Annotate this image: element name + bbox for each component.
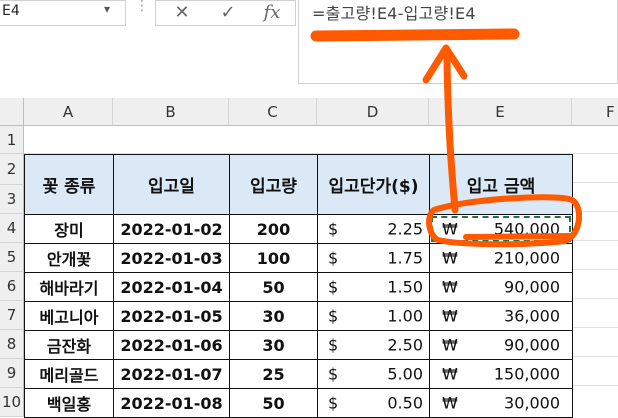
formula-underline-mark (310, 28, 520, 42)
annotation-overlay (310, 28, 583, 248)
value-underline-mark (463, 233, 573, 240)
arrow-shaft-mark (443, 54, 459, 214)
